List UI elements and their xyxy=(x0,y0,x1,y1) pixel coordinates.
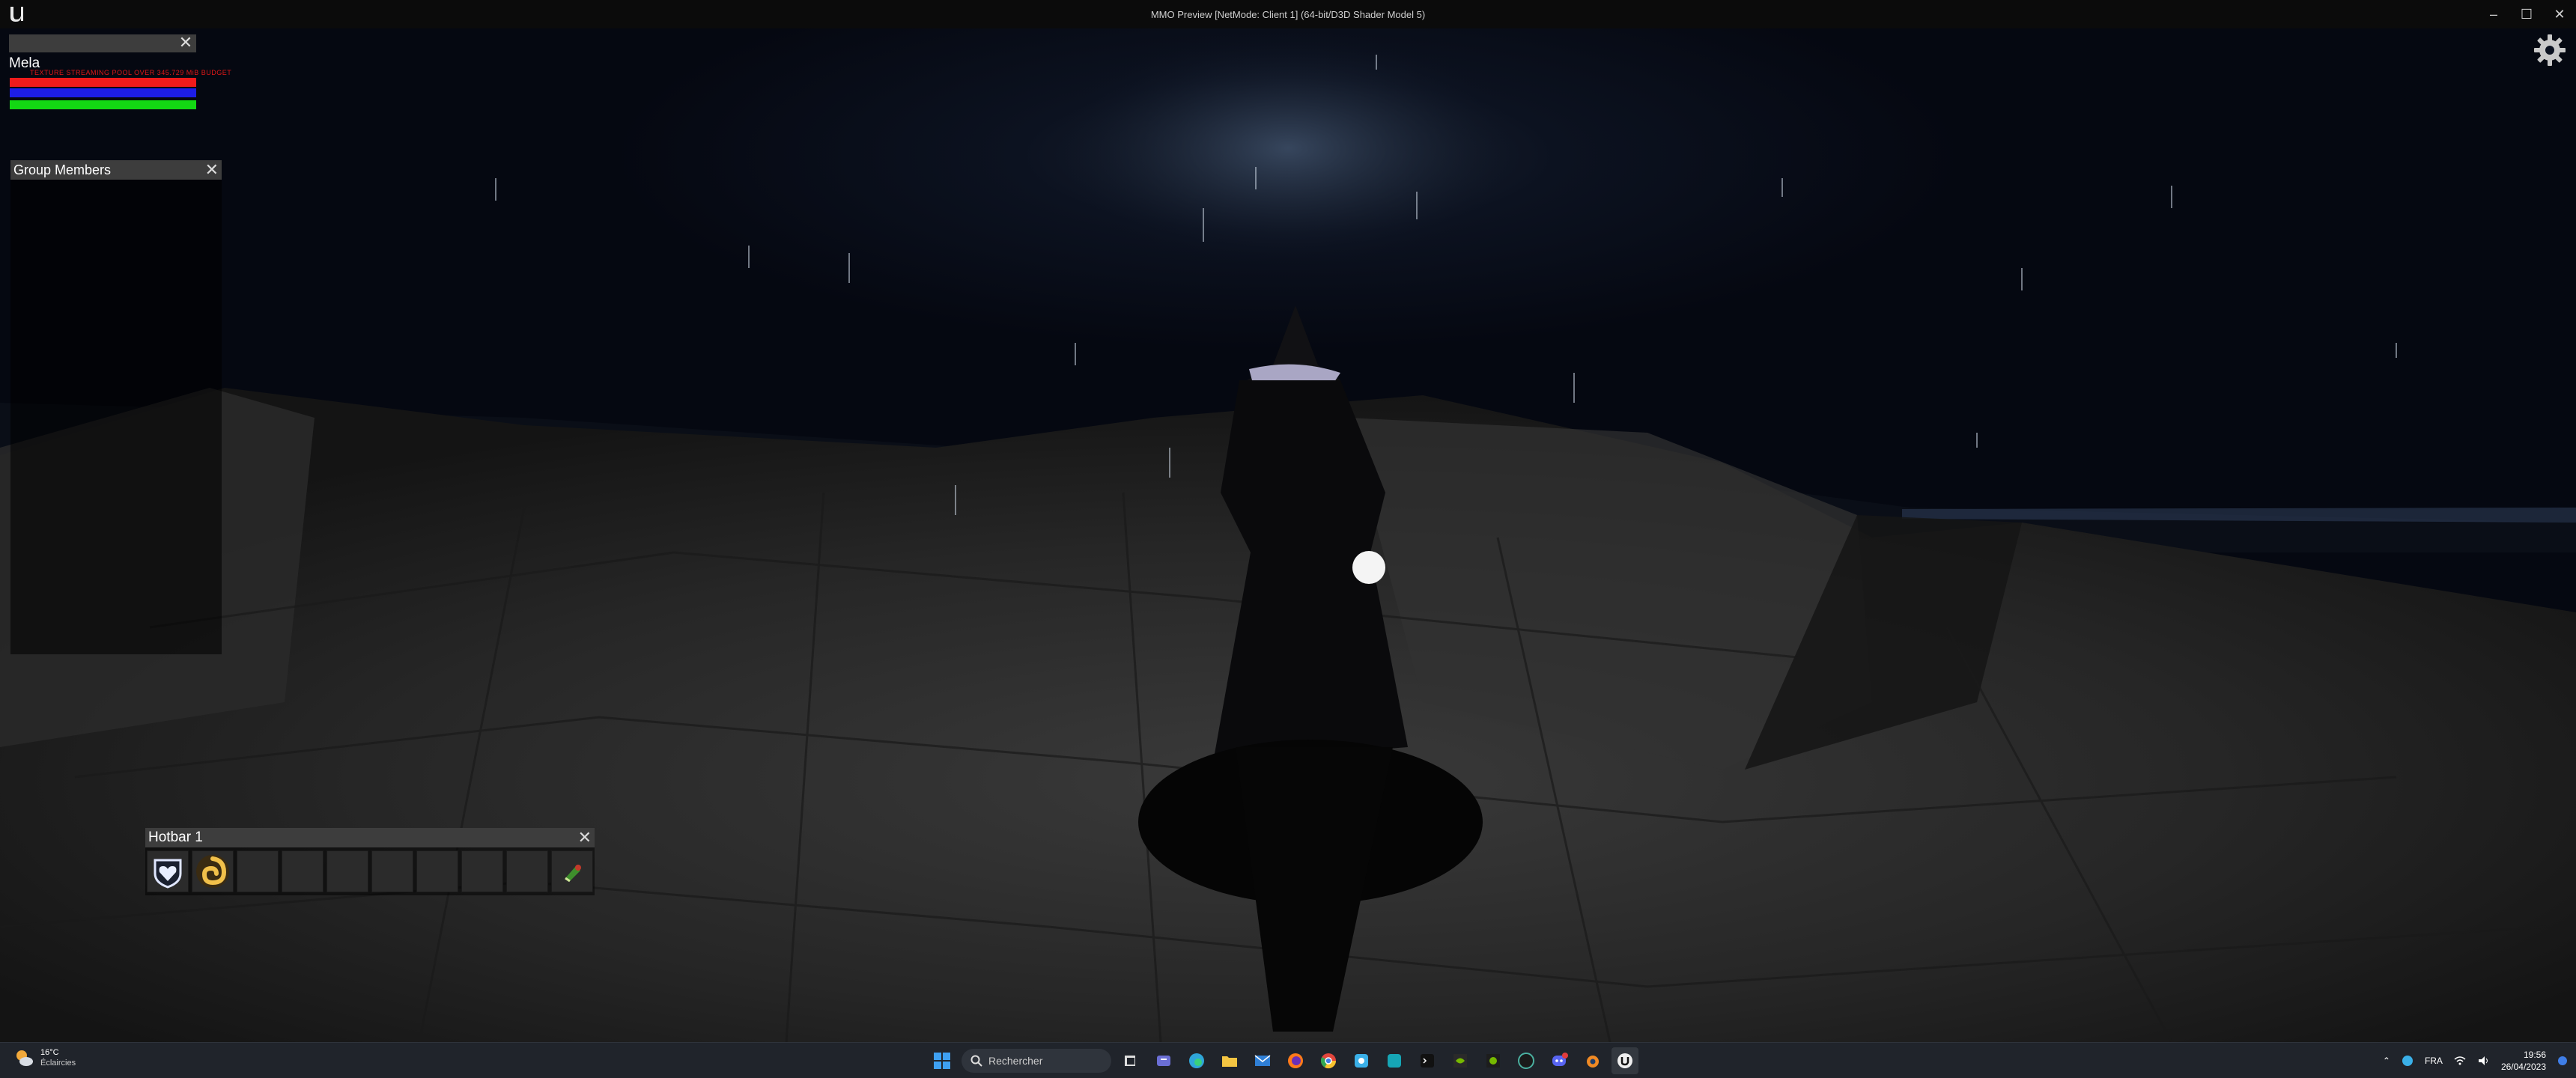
hotbar-slot-9[interactable] xyxy=(506,850,548,892)
hotbar-header[interactable]: Hotbar 1 ✕ xyxy=(145,828,595,847)
game-viewport[interactable]: ✕ Mela TEXTURE STREAMING POOL OVER 345.7… xyxy=(0,28,2576,1042)
taskbar-mail[interactable] xyxy=(1249,1047,1276,1074)
hotbar-close-icon[interactable]: ✕ xyxy=(578,829,592,846)
taskbar-unreal[interactable] xyxy=(1611,1047,1638,1074)
taskbar-chrome[interactable] xyxy=(1315,1047,1342,1074)
tray-app-icon[interactable] xyxy=(2401,1054,2414,1068)
texture-streaming-warning: TEXTURE STREAMING POOL OVER 345.729 MiB … xyxy=(30,69,232,76)
maximize-button[interactable]: ☐ xyxy=(2510,0,2543,28)
weather-description: Éclaircies xyxy=(40,1059,76,1068)
discord-icon xyxy=(1552,1053,1568,1066)
teal-app-icon xyxy=(1388,1054,1401,1068)
taskbar-discord[interactable] xyxy=(1546,1047,1573,1074)
firefox-icon xyxy=(1288,1053,1303,1068)
hotbar: Hotbar 1 ✕ xyxy=(145,828,595,895)
taskbar-explorer[interactable] xyxy=(1216,1047,1243,1074)
clock-time: 19:56 xyxy=(2523,1050,2546,1060)
taskbar-terminal[interactable] xyxy=(1414,1047,1441,1074)
weather-temperature: 16°C xyxy=(40,1048,59,1057)
group-members-close-icon[interactable]: ✕ xyxy=(205,162,219,178)
taskbar-nvidia-2[interactable] xyxy=(1480,1047,1507,1074)
nvidia-icon-2 xyxy=(1486,1054,1500,1068)
blue-app-icon xyxy=(1355,1054,1368,1068)
minimize-button[interactable]: – xyxy=(2477,0,2510,28)
hotbar-slot-6[interactable] xyxy=(371,850,413,892)
group-members-header: Group Members ✕ xyxy=(10,160,222,180)
weather-widget[interactable]: 16°C Éclaircies xyxy=(13,1047,76,1068)
taskbar-blender[interactable] xyxy=(1579,1047,1606,1074)
edge-icon xyxy=(1189,1053,1204,1068)
clock[interactable]: 19:56 26/04/2023 xyxy=(2501,1049,2546,1073)
stamina-bar xyxy=(10,100,196,109)
hotbar-slot-2[interactable] xyxy=(192,850,234,892)
taskbar-apps: Rechercher xyxy=(929,1047,1638,1074)
taskbar-nvidia[interactable] xyxy=(1447,1047,1474,1074)
hotbar-slots xyxy=(145,847,595,895)
taskbar-firefox[interactable] xyxy=(1282,1047,1309,1074)
player-frame: ✕ Mela TEXTURE STREAMING POOL OVER 345.7… xyxy=(9,34,231,109)
group-members-panel: Group Members ✕ xyxy=(10,160,222,654)
language-indicator[interactable]: FRA xyxy=(2425,1056,2443,1066)
taskbar-search-input[interactable]: Rechercher xyxy=(962,1049,1111,1073)
search-icon xyxy=(970,1055,982,1067)
window-title: MMO Preview [NetMode: Client 1] (64-bit/… xyxy=(1150,8,1426,20)
hotbar-slot-8[interactable] xyxy=(461,850,503,892)
hotbar-title: Hotbar 1 xyxy=(148,829,203,845)
taskbar-teams[interactable] xyxy=(1150,1047,1177,1074)
player-frame-close-icon[interactable]: ✕ xyxy=(177,34,194,52)
mana-bar xyxy=(10,88,196,97)
task-view-button[interactable] xyxy=(1117,1047,1144,1074)
weather-partly-cloudy-icon xyxy=(16,1050,33,1066)
nvidia-icon xyxy=(1453,1054,1467,1068)
windows-start-icon xyxy=(934,1053,950,1069)
green-potion-icon xyxy=(565,865,581,883)
tray-chevron-up-icon[interactable]: ⌃ xyxy=(2383,1056,2390,1066)
mail-icon xyxy=(1254,1055,1271,1066)
blender-icon xyxy=(1587,1056,1599,1068)
folder-icon xyxy=(1222,1056,1237,1067)
hotbar-slot-5[interactable] xyxy=(326,850,368,892)
health-bar xyxy=(10,78,196,87)
window-titlebar: MMO Preview [NetMode: Client 1] (64-bit/… xyxy=(0,0,2576,28)
unreal-engine-icon xyxy=(1617,1053,1632,1068)
hotbar-slot-10[interactable] xyxy=(551,850,593,892)
clock-date: 26/04/2023 xyxy=(2500,1062,2546,1072)
hotbar-slot-7[interactable] xyxy=(416,850,458,892)
window-controls: – ☐ ✕ xyxy=(2477,0,2576,28)
hotbar-slot-4[interactable] xyxy=(282,850,323,892)
start-button[interactable] xyxy=(929,1047,956,1074)
close-window-button[interactable]: ✕ xyxy=(2543,0,2576,28)
unreal-logo-icon xyxy=(10,7,23,22)
chrome-icon xyxy=(1320,1053,1337,1069)
taskbar-app-blue[interactable] xyxy=(1348,1047,1375,1074)
windows-taskbar: 16°C Éclaircies Rechercher ⌃ FRA 19:56 2… xyxy=(0,1042,2576,1078)
system-tray: ⌃ FRA 19:56 26/04/2023 xyxy=(2383,1043,2569,1078)
circle-app-icon xyxy=(1518,1053,1534,1069)
taskbar-app-teal[interactable] xyxy=(1381,1047,1408,1074)
taskbar-app-circle[interactable] xyxy=(1513,1047,1540,1074)
taskbar-edge[interactable] xyxy=(1183,1047,1210,1074)
hotbar-slot-3[interactable] xyxy=(237,850,279,892)
player-frame-header: ✕ xyxy=(9,34,196,52)
notification-bell-icon[interactable] xyxy=(2557,1055,2569,1067)
teams-icon xyxy=(1157,1056,1170,1066)
task-view-icon xyxy=(1125,1056,1135,1066)
terminal-icon xyxy=(1421,1054,1434,1068)
wifi-icon[interactable] xyxy=(2453,1054,2467,1068)
group-members-title: Group Members xyxy=(13,162,112,177)
golden-swirl-icon xyxy=(196,855,229,888)
volume-icon[interactable] xyxy=(2477,1054,2491,1068)
settings-gear-icon[interactable] xyxy=(2533,33,2567,67)
hotbar-slot-1[interactable] xyxy=(147,850,189,892)
search-placeholder: Rechercher xyxy=(988,1055,1043,1067)
heart-shield-icon xyxy=(154,859,182,889)
